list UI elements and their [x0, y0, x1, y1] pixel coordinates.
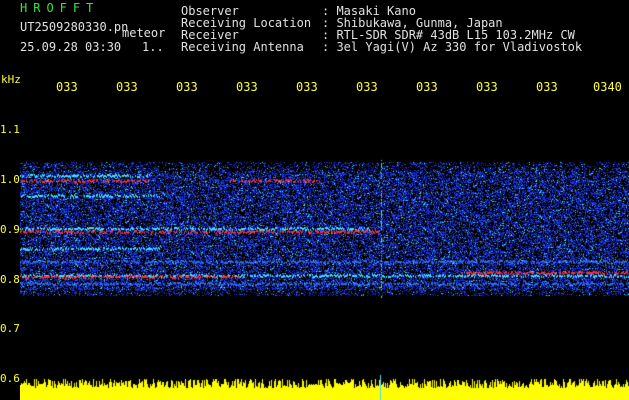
y-tick-label: 0.8 [0, 273, 20, 286]
y-tick-label: 0.7 [0, 322, 20, 335]
x-tick-label: 033 [116, 80, 137, 94]
spectrogram-window: HROFFT UT2509280330.pn meteor 25.09.28 0… [0, 0, 629, 400]
spectrogram-canvas [20, 100, 629, 400]
x-tick-label: 033 [236, 80, 257, 94]
spectrogram-plot [20, 100, 629, 400]
x-tick-label: 033 [356, 80, 377, 94]
x-tick-label: 033 [416, 80, 437, 94]
x-tick-label: 0340 [593, 80, 622, 94]
y-tick-label: 1.0 [0, 173, 20, 186]
y-tick-label: 1.1 [0, 123, 20, 136]
x-axis-ticks: 033 033 033 033 033 033 033 033 033 0340 [0, 0, 629, 100]
x-tick-label: 033 [536, 80, 557, 94]
x-tick-label: 033 [476, 80, 497, 94]
x-tick-label: 033 [56, 80, 77, 94]
y-tick-label: 0.6 [0, 372, 20, 385]
x-tick-label: 033 [176, 80, 197, 94]
y-tick-label: 0.9 [0, 223, 20, 236]
x-tick-label: 033 [296, 80, 317, 94]
